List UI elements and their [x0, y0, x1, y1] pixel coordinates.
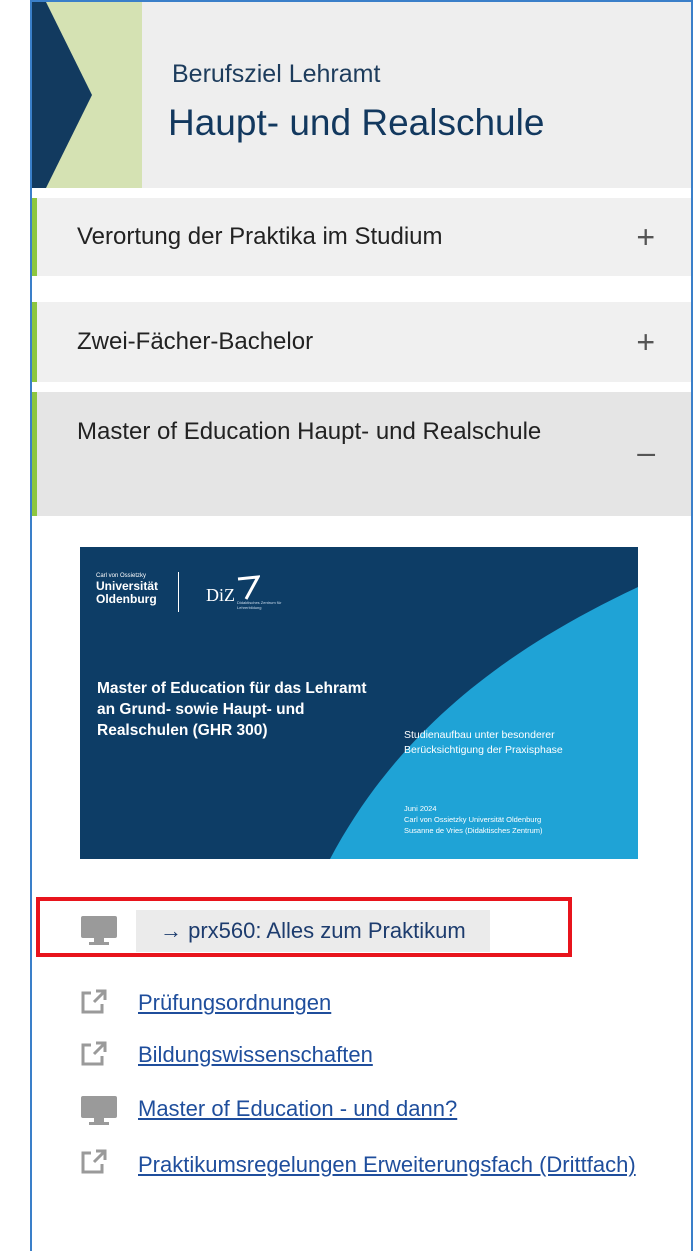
slide-title: Master of Education für das Lehramt an G… — [97, 680, 367, 739]
monitor-icon — [81, 916, 117, 945]
diz-logo-subtitle: Didaktisches Zentrum für Lehrerbildung — [237, 600, 282, 610]
external-link-icon — [81, 989, 107, 1014]
link-label[interactable]: Prüfungsordnungen — [138, 986, 331, 1020]
university-logo: Carl von Ossietzky Universität Oldenburg — [96, 572, 158, 606]
expand-icon[interactable]: + — [636, 322, 655, 362]
collapse-icon[interactable]: – — [637, 432, 655, 472]
prx560-link-row[interactable]: → prx560: Alles zum Praktikum — [80, 910, 560, 952]
title-slide-image: Carl von Ossietzky Universität Oldenburg… — [80, 547, 638, 859]
accordion-item-zwei-faecher-bachelor[interactable]: Zwei-Fächer-Bachelor + — [32, 302, 691, 382]
accordion-item-verortung[interactable]: Verortung der Praktika im Studium + — [32, 198, 691, 276]
link-label[interactable]: Praktikumsregelungen Erweiterungsfach (D… — [138, 1146, 638, 1183]
slide-date-info: Juni 2024 Carl von Ossietzky Universität… — [404, 803, 634, 836]
link-label[interactable]: Bildungswissenschaften — [138, 1038, 373, 1072]
slide-author: Susanne de Vries (Didaktisches Zentrum) — [404, 826, 543, 835]
accordion-label: Master of Education Haupt- und Realschul… — [77, 418, 542, 445]
accordion-label: Zwei-Fächer-Bachelor — [77, 328, 314, 355]
university-logo-line2: Oldenburg — [96, 592, 157, 606]
expand-icon[interactable]: + — [636, 217, 655, 257]
external-link-icon — [81, 1041, 107, 1066]
slide-date: Juni 2024 — [404, 804, 437, 813]
page-title: Haupt- und Realschule — [168, 102, 545, 143]
diz-logo: DiZ — [206, 585, 235, 605]
header-kicker: Berufsziel Lehramt — [172, 60, 381, 88]
prx560-button[interactable]: → prx560: Alles zum Praktikum — [136, 910, 490, 952]
page-header: Berufsziel Lehramt Haupt- und Realschule — [32, 2, 691, 188]
monitor-icon — [81, 1096, 117, 1125]
logo-divider — [178, 572, 179, 612]
diz-logo-icon — [237, 575, 260, 600]
sidebar-panel: Berufsziel Lehramt Haupt- und Realschule… — [30, 0, 693, 1251]
accordion-item-master-of-education[interactable]: Master of Education Haupt- und Realschul… — [32, 392, 691, 516]
link-label[interactable]: Master of Education - und dann? — [138, 1092, 457, 1126]
slide-subtitle: Studienaufbau unter besonderer Berücksic… — [404, 729, 563, 756]
header-arrow-icon — [32, 2, 92, 188]
slide-institution: Carl von Ossietzky Universität Oldenburg — [404, 815, 542, 824]
external-link-icon — [81, 1149, 107, 1174]
accordion-label: Verortung der Praktika im Studium — [77, 223, 443, 250]
